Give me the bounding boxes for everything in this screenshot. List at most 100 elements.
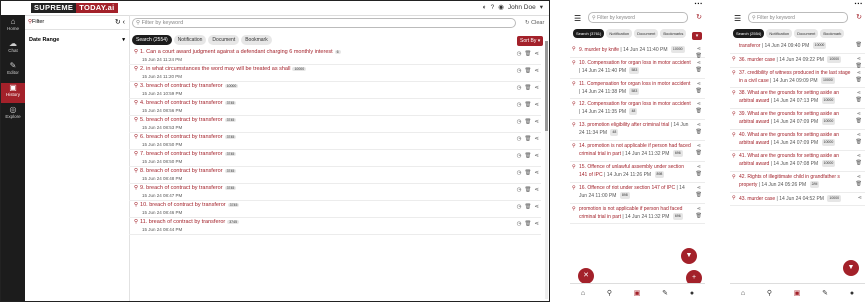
clock-icon[interactable]: ◷	[517, 68, 522, 74]
refresh-icon[interactable]: ↻	[856, 13, 862, 21]
notification-off-fab[interactable]: ✕	[578, 268, 594, 284]
profile-icon[interactable]: ●	[690, 290, 694, 297]
rail-item-editor[interactable]: ✎ Editor	[1, 61, 25, 81]
tab-bookmark[interactable]: Bookmark	[820, 29, 845, 38]
history-icon[interactable]: ▣	[794, 289, 801, 297]
editor-icon[interactable]: ✎	[662, 289, 668, 297]
share-icon[interactable]: ⋖	[697, 164, 701, 170]
menu-icon[interactable]: ☰	[734, 14, 741, 23]
help-icon[interactable]: ?	[491, 4, 495, 11]
share-icon[interactable]: ⋖	[534, 85, 539, 91]
share-icon[interactable]: ⋖	[534, 170, 539, 176]
list-item[interactable]: ⚲ 10. Compensation for organ loss in moto…	[570, 58, 705, 79]
search-input[interactable]: ⚲ Filter by keyword	[588, 12, 688, 23]
tab-bookmark[interactable]: Bookmark	[241, 35, 272, 45]
trash-icon[interactable]: 🗑	[856, 181, 862, 187]
share-icon[interactable]: ⋖	[697, 185, 701, 191]
share-icon[interactable]: ⋖	[697, 101, 701, 107]
trash-icon[interactable]: 🗑	[524, 119, 531, 125]
trash-icon[interactable]: 🗑	[524, 204, 531, 210]
share-icon[interactable]: ⋖	[857, 132, 861, 138]
share-icon[interactable]: ⋖	[697, 46, 701, 52]
trash-icon[interactable]: 🗑	[856, 118, 862, 124]
share-icon[interactable]: ⋖	[534, 119, 539, 125]
list-item[interactable]: ⚲ 13. promotion eligibility after crimina…	[570, 120, 705, 142]
clock-icon[interactable]: ◷	[517, 170, 522, 176]
clock-icon[interactable]: ◷	[517, 187, 522, 193]
tab-notification[interactable]: Notification	[173, 35, 207, 45]
editor-icon[interactable]: ✎	[822, 289, 828, 297]
list-item[interactable]: ⚲ 38. What are the grounds for setting as…	[730, 88, 865, 110]
list-item[interactable]: ⚲ 40. What are the grounds for setting as…	[730, 130, 865, 151]
trash-icon[interactable]: 🗑	[524, 85, 531, 91]
user-name[interactable]: John Doe	[508, 4, 536, 11]
trash-icon[interactable]: 🗑	[524, 187, 531, 193]
tab-document[interactable]: Document	[634, 29, 659, 38]
share-icon[interactable]: ⋖	[857, 111, 861, 117]
share-icon[interactable]: ⋖	[534, 51, 539, 57]
tab-notification[interactable]: Notification	[606, 29, 633, 38]
home-icon[interactable]: ⌂	[741, 290, 745, 297]
trash-icon[interactable]: 🗑	[524, 102, 531, 108]
list-item[interactable]: ⚲ 9. murder by knife | 14 Jun 24 11:40 PM…	[570, 44, 705, 59]
share-icon[interactable]: ⋖	[697, 143, 701, 149]
list-item[interactable]: ⚲ 37. credibility of witness produced in …	[730, 68, 865, 89]
clock-icon[interactable]: ◷	[517, 204, 522, 210]
list-item[interactable]: ⚲ 15. Offence of unlawful assembly under …	[570, 162, 705, 183]
search-input[interactable]: ⚲ Filter by keyword	[132, 18, 516, 28]
tab-notification[interactable]: Notification	[766, 29, 793, 38]
chevron-down-icon[interactable]: ▾	[540, 3, 543, 11]
share-icon[interactable]: ⋖	[534, 68, 539, 74]
trash-icon[interactable]: 🗑	[696, 213, 702, 219]
share-icon[interactable]: ⋖	[534, 136, 539, 142]
tab-document[interactable]: Document	[794, 29, 819, 38]
rail-item-explore[interactable]: ◎ Explore	[1, 105, 25, 125]
trash-icon[interactable]: 🗑	[524, 221, 531, 227]
trash-icon[interactable]: 🗑	[696, 150, 702, 156]
search-icon[interactable]: ⚲	[607, 289, 612, 297]
sort-by-button[interactable]: Sort By ▾	[517, 36, 544, 46]
date-range-filter[interactable]: Date Range ▾	[25, 30, 129, 50]
search-icon[interactable]: ⚲	[767, 289, 772, 297]
list-item[interactable]: ⚲ 7. breach of contract by transferor 3745…	[129, 150, 541, 167]
share-icon[interactable]: ⋖	[857, 70, 861, 76]
list-item[interactable]: ⚲ 1. Can a court award judgment against a…	[129, 48, 541, 65]
list-item[interactable]: ⚲ promotion is not applicable if person h…	[570, 204, 705, 225]
list-item[interactable]: transferor | 14 Jun 24 09:40 PM 10000 🗑	[730, 40, 865, 54]
share-icon[interactable]: ⋖	[534, 153, 539, 159]
rail-item-home[interactable]: ⌂ Home	[1, 17, 25, 37]
menu-icon[interactable]: ☰	[574, 14, 581, 23]
tab-search[interactable]: Search (2554)	[733, 29, 765, 38]
filter-fab[interactable]: ▼	[681, 248, 697, 264]
clock-icon[interactable]: ◷	[517, 51, 522, 57]
tab-search[interactable]: Search (2554)	[132, 35, 172, 45]
refresh-icon[interactable]: ↻	[696, 13, 702, 21]
list-item[interactable]: ⚲ 11. Compensation for organ loss in moto…	[570, 79, 705, 100]
trash-icon[interactable]: 🗑	[856, 42, 862, 48]
trash-icon[interactable]: 🗑	[856, 139, 862, 145]
list-item[interactable]: ⚲ 16. Offence of riot under section 147 o…	[570, 183, 705, 204]
trash-icon[interactable]: 🗑	[696, 192, 702, 198]
filter-fab[interactable]: ▼	[843, 260, 859, 276]
theme-toggle-icon[interactable]: ◐	[483, 4, 487, 11]
trash-icon[interactable]: 🗑	[696, 108, 702, 114]
trash-icon[interactable]: 🗑	[524, 170, 531, 176]
home-icon[interactable]: ⌂	[581, 290, 585, 297]
list-item[interactable]: ⚲ 43. murder case | 14 Jun 24 04:52 PM 10…	[730, 193, 865, 207]
trash-icon[interactable]: 🗑	[524, 136, 531, 142]
clock-icon[interactable]: ◷	[517, 153, 522, 159]
clock-icon[interactable]: ◷	[517, 136, 522, 142]
history-icon[interactable]: ▣	[634, 289, 641, 297]
tab-bookmark[interactable]: Bookmarks	[660, 29, 687, 38]
list-item[interactable]: ⚲ 2. in what circumstances the word may w…	[129, 65, 541, 82]
collapse-icon[interactable]: ‹	[123, 19, 125, 26]
profile-icon[interactable]: ●	[850, 290, 854, 297]
clear-button[interactable]: ↻ Clear	[525, 20, 544, 26]
list-item[interactable]: ⚲ 10. breach of contract by transferor 374…	[129, 201, 541, 218]
tab-document[interactable]: Document	[208, 35, 240, 45]
trash-icon[interactable]: 🗑	[696, 67, 702, 73]
list-item[interactable]: ⚲ 5. breach of contract by transferor 3745…	[129, 116, 541, 133]
trash-icon[interactable]: 🗑	[696, 171, 702, 177]
clock-icon[interactable]: ◷	[517, 119, 522, 125]
brand-logo[interactable]: SUPREME TODAY.ai	[31, 3, 118, 13]
